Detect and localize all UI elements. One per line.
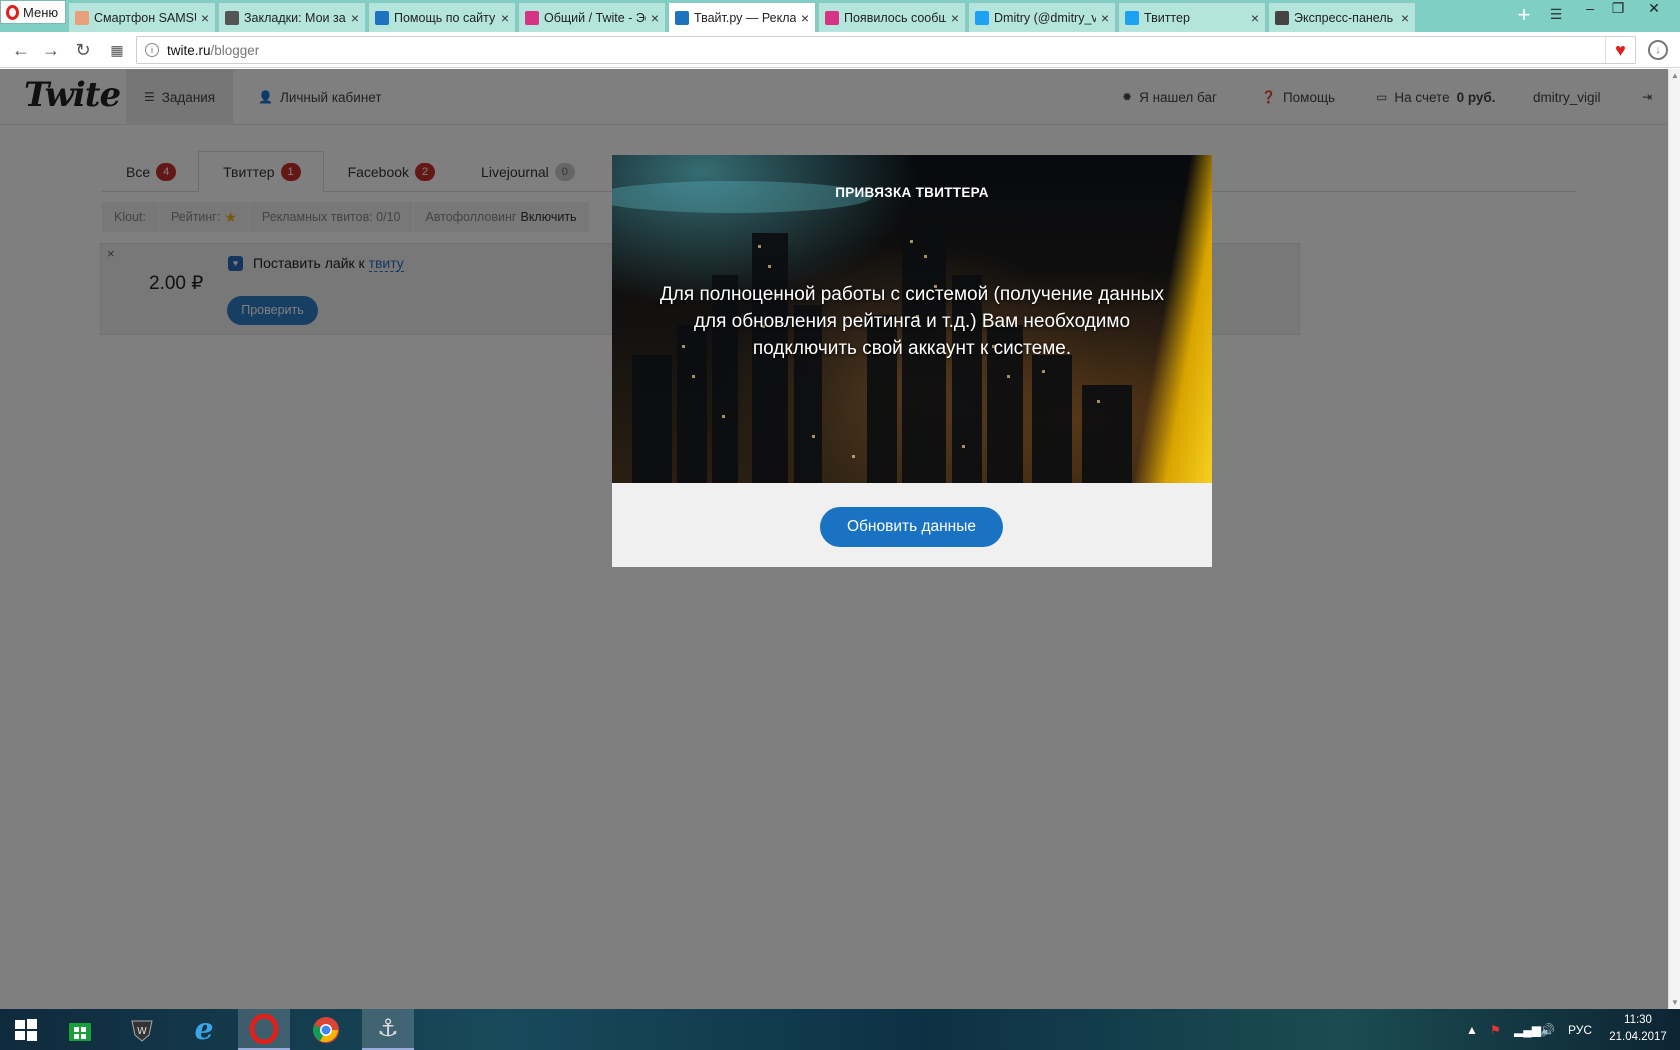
tab-list-icon[interactable]: ☰ (1546, 6, 1566, 26)
url-input[interactable]: i twite.ru /blogger ♥ (136, 36, 1636, 64)
tab-title: Общий / Twite - Эффективная (544, 10, 646, 25)
twite-icon (375, 10, 389, 25)
twitter-binding-modal: ПРИВЯЗКА ТВИТТЕРА Для полноценной работы… (612, 155, 1212, 567)
tray-overflow-icon[interactable]: ▲ (1466, 1009, 1478, 1050)
tab-title: Dmitry (@dmitry_vigil) (994, 10, 1096, 25)
browser-tab[interactable]: Помощь по сайту × (368, 2, 516, 32)
bookmark-heart-icon[interactable]: ♥ (1605, 37, 1635, 63)
tab-close-icon[interactable]: × (351, 10, 359, 26)
site-info-icon[interactable]: i (145, 43, 159, 57)
chrome-icon[interactable] (300, 1009, 352, 1050)
tab-title: Экспресс-панель (1294, 10, 1394, 25)
modal-title: ПРИВЯЗКА ТВИТТЕРА (835, 185, 989, 200)
twite-icon (675, 10, 689, 25)
action-center-flag-icon[interactable]: ⚑ (1490, 1009, 1501, 1050)
volume-icon[interactable]: 🔊 (1540, 1009, 1555, 1050)
tab-title: Помощь по сайту (394, 10, 496, 25)
browser-tab[interactable]: Смартфон SAMSUNG × (68, 2, 216, 32)
update-data-button[interactable]: Обновить данные (820, 507, 1003, 547)
clock-time: 11:30 (1624, 1014, 1652, 1026)
tab-title: Смартфон SAMSUNG (94, 10, 196, 25)
new-tab-button[interactable]: + (1512, 3, 1536, 29)
window-maximize-button[interactable]: ❐ (1600, 0, 1636, 20)
browser-tab[interactable]: Твиттер × (1118, 2, 1266, 32)
svg-text:W: W (137, 1026, 147, 1037)
windows-taskbar: W e ⚓ ▲ ⚑ ▂▄▆ 🔊 РУС 11:30 21.04.2017 (0, 1009, 1680, 1050)
reload-icon[interactable]: ↻ (70, 38, 96, 62)
modal-message: Для полноценной работы с системой (получ… (659, 284, 1165, 359)
tab-close-icon[interactable]: × (651, 10, 659, 26)
tab-close-icon[interactable]: × (501, 10, 509, 26)
bag-icon (75, 10, 89, 25)
network-signal-icon[interactable]: ▂▄▆ (1514, 1009, 1541, 1050)
heart-icon (225, 10, 239, 25)
forward-arrow-icon[interactable]: → (38, 38, 64, 62)
web-page: Twite ☰ Задания 👤 Личный кабинет ✹ Я наш… (0, 69, 1668, 1009)
tab-title: Твайт.ру — Рекламная (694, 10, 796, 25)
browser-tab[interactable]: Появилось сообщение × (818, 2, 966, 32)
tab-title: Закладки: Мои закладки (244, 10, 346, 25)
grid-icon (1275, 10, 1289, 25)
url-domain: twite.ru (167, 42, 211, 58)
browser-tab[interactable]: Экспресс-панель × (1268, 2, 1416, 32)
opera-taskbar-icon[interactable] (238, 1009, 290, 1050)
scroll-down-icon[interactable]: ▼ (1671, 998, 1679, 1007)
world-of-tanks-icon[interactable]: W (116, 1009, 168, 1050)
url-path: /blogger (210, 42, 260, 58)
tab-close-icon[interactable]: × (201, 10, 209, 26)
browser-tab[interactable]: Твайт.ру — Рекламная × (668, 2, 816, 32)
tab-title: Твиттер (1144, 10, 1190, 25)
city-night-hero-image: ПРИВЯЗКА ТВИТТЕРА Для полноценной работы… (612, 155, 1212, 483)
world-of-warships-icon[interactable]: ⚓ (362, 1009, 414, 1050)
window-close-button[interactable]: ✕ (1636, 0, 1672, 20)
internet-explorer-icon[interactable]: e (178, 1009, 230, 1050)
ue-icon (825, 10, 839, 25)
speed-dial-grid-icon[interactable]: ▦ (104, 38, 130, 62)
page-scrollbar[interactable]: ▲ ▼ (1668, 69, 1680, 1009)
tab-close-icon[interactable]: × (1101, 10, 1109, 26)
ue-icon (525, 10, 539, 25)
system-clock[interactable]: 11:30 21.04.2017 (1600, 1012, 1676, 1046)
tab-title: Появилось сообщение (844, 10, 946, 25)
language-indicator[interactable]: РУС (1568, 1009, 1592, 1050)
tab-close-icon[interactable]: × (1401, 10, 1409, 26)
twitter-icon (975, 10, 989, 25)
twitter-icon (1125, 10, 1139, 25)
address-toolbar: ← → ↻ ▦ i twite.ru /blogger ♥ ↓ (0, 32, 1680, 68)
browser-tab[interactable]: Закладки: Мои закладки × (218, 2, 366, 32)
tab-close-icon[interactable]: × (1251, 10, 1259, 26)
windows-store-icon[interactable] (54, 1009, 106, 1050)
browser-tab[interactable]: Общий / Twite - Эффективная × (518, 2, 666, 32)
menu-label: Меню (23, 4, 59, 20)
back-arrow-icon[interactable]: ← (8, 38, 34, 62)
clock-date: 21.04.2017 (1609, 1031, 1667, 1043)
tab-close-icon[interactable]: × (801, 10, 809, 26)
opera-logo-icon (6, 4, 19, 20)
browser-tab-bar: Меню Смартфон SAMSUNG×Закладки: Мои закл… (0, 0, 1680, 32)
browser-tabs: Смартфон SAMSUNG × Закладки: Мои закладки ×… (68, 2, 1418, 32)
scroll-up-icon[interactable]: ▲ (1671, 71, 1679, 80)
opera-menu-button[interactable]: Меню (0, 0, 66, 24)
download-icon[interactable]: ↓ (1648, 40, 1668, 60)
windows-start-icon[interactable] (0, 1009, 52, 1050)
tab-close-icon[interactable]: × (951, 10, 959, 26)
browser-tab[interactable]: Dmitry (@dmitry_vigil) × (968, 2, 1116, 32)
